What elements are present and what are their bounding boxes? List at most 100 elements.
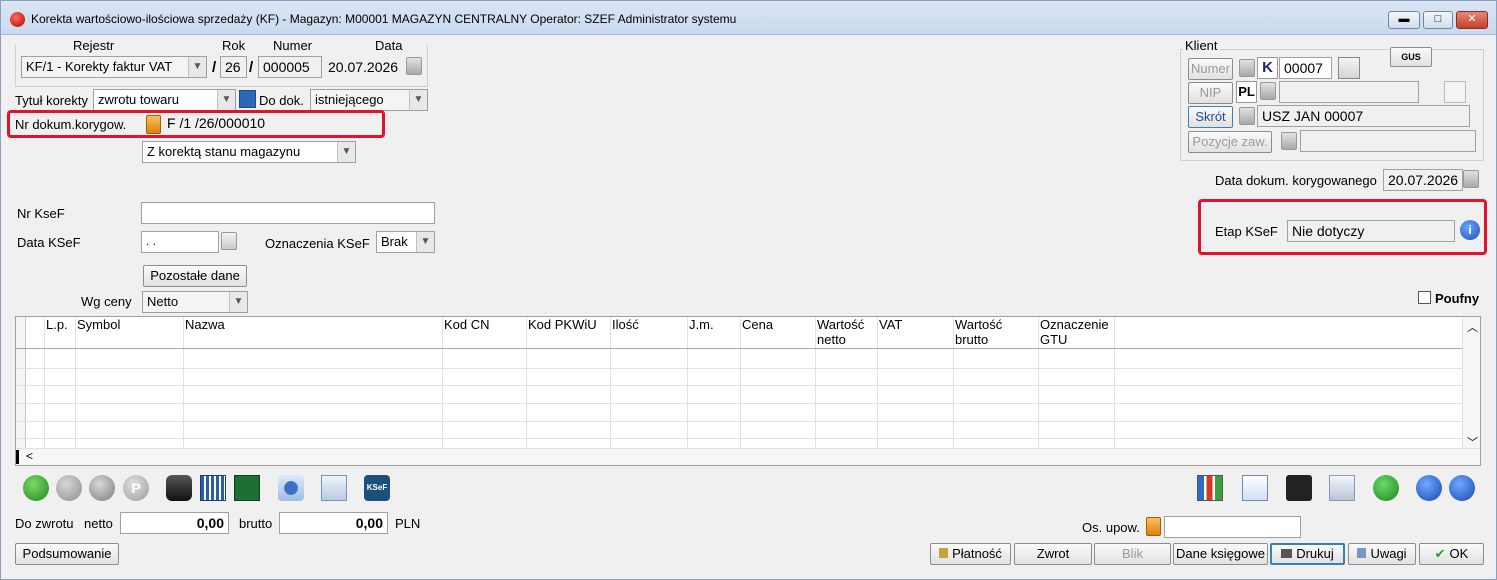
title-bar[interactable]: Korekta wartościowo-ilościowa sprzedaży … — [1, 1, 1496, 35]
previous-icon[interactable] — [1416, 475, 1442, 501]
poufny-label: Poufny — [1435, 291, 1480, 306]
platnosc-button[interactable]: Płatność — [930, 543, 1011, 565]
calendar-icon[interactable] — [1463, 170, 1479, 188]
oznaczenia-ksef-select[interactable]: Brak ▼ — [376, 231, 435, 253]
save-icon[interactable] — [1286, 475, 1312, 501]
column-header[interactable]: Kod PKWiU — [528, 317, 597, 332]
blik-button[interactable]: Blik — [1094, 543, 1171, 565]
zwrot-button[interactable]: Zwrot — [1014, 543, 1092, 565]
column-header[interactable]: Wartość netto — [817, 317, 871, 347]
slash-separator-2: / — [249, 59, 254, 76]
info-icon[interactable]: i — [1460, 220, 1480, 240]
do-dok-select[interactable]: istniejącego ▼ — [310, 89, 428, 111]
skrot-input[interactable]: USZ JAN 00007 — [1257, 105, 1470, 127]
numer-klienta-input[interactable]: 00007 — [1279, 57, 1332, 79]
column-header[interactable]: L.p. — [46, 317, 68, 332]
lookup-icon[interactable] — [1281, 132, 1297, 150]
poufny-checkbox[interactable] — [1418, 291, 1431, 304]
column-header[interactable]: Wartość brutto — [955, 317, 1015, 347]
podsumowanie-button[interactable]: Podsumowanie — [15, 543, 119, 565]
scroll-up-icon[interactable]: ︿ — [1467, 319, 1478, 335]
lookup-icon[interactable] — [1260, 82, 1276, 100]
copy-document-icon[interactable] — [1242, 475, 1268, 501]
folder-icon[interactable] — [1329, 475, 1355, 501]
barcode-icon[interactable] — [200, 475, 226, 501]
column-header[interactable]: Nazwa — [185, 317, 225, 332]
maximize-button[interactable]: □ — [1423, 11, 1453, 29]
column-header[interactable]: Kod CN — [444, 317, 490, 332]
nip-input[interactable] — [1279, 81, 1419, 103]
korekta-magazynu-select[interactable]: Z korektą stanu magazynu ▼ — [142, 141, 356, 163]
column-header[interactable]: VAT — [879, 317, 902, 332]
ok-button[interactable]: ✔ OK — [1419, 543, 1484, 565]
netto-value: 0,00 — [120, 512, 229, 534]
list-icon[interactable] — [239, 90, 256, 108]
binoculars-icon[interactable] — [166, 475, 192, 501]
next-icon[interactable] — [1449, 475, 1475, 501]
skrot-button[interactable]: Skrót — [1188, 106, 1233, 128]
uwagi-label: Uwagi — [1370, 546, 1407, 561]
calendar-icon[interactable] — [406, 57, 422, 75]
calendar-icon[interactable] — [221, 232, 237, 250]
tytul-korekty-select[interactable]: zwrotu towaru ▼ — [93, 89, 236, 111]
wg-ceny-select[interactable]: Netto ▼ — [142, 291, 248, 313]
formula-icon[interactable] — [234, 475, 260, 501]
pozycje-zaw-input[interactable] — [1300, 130, 1476, 152]
column-divider — [44, 317, 45, 448]
column-header[interactable]: Symbol — [77, 317, 120, 332]
horizontal-scrollbar[interactable]: < — [16, 448, 1480, 465]
netto-label: netto — [84, 516, 113, 531]
data-ksef-input[interactable]: . . — [141, 231, 219, 253]
lookup-icon[interactable] — [1239, 59, 1255, 77]
nip-prefix: PL — [1236, 81, 1257, 103]
column-header[interactable]: J.m. — [689, 317, 714, 332]
column-header[interactable]: Cena — [742, 317, 773, 332]
numer-klienta-button[interactable]: Numer — [1188, 58, 1233, 80]
data-dok-korygowanego-field[interactable]: 20.07.2026 — [1383, 169, 1463, 191]
document-chart-icon[interactable] — [321, 475, 347, 501]
nip-button[interactable]: NIP — [1188, 82, 1233, 104]
numer-field[interactable]: 000005 — [258, 56, 322, 78]
os-upow-label: Os. upow. — [1082, 520, 1140, 535]
uwagi-button[interactable]: Uwagi — [1348, 543, 1416, 565]
ksef-icon[interactable]: KSeF — [364, 475, 390, 501]
refresh-icon[interactable] — [1373, 475, 1399, 501]
vertical-scrollbar[interactable]: ︿ ﹀ — [1462, 317, 1480, 449]
pozycje-zaw-button[interactable]: Pozycje zaw. — [1188, 131, 1272, 153]
column-divider — [953, 317, 954, 448]
drukuj-label: Drukuj — [1296, 546, 1334, 561]
lookup-icon[interactable] — [1239, 107, 1255, 125]
pozostale-dane-button[interactable]: Pozostałe dane — [143, 265, 247, 287]
report-chart-icon[interactable] — [1197, 475, 1223, 501]
edit-icon[interactable] — [1444, 81, 1466, 103]
gus-button[interactable]: GUS — [1390, 47, 1432, 67]
link-icon[interactable] — [1338, 57, 1360, 79]
rejestr-select[interactable]: KF/1 - Korekty faktur VAT ▼ — [21, 56, 207, 78]
items-table[interactable]: L.p. Symbol Nazwa Kod CN Kod PKWiU Ilość… — [15, 316, 1481, 466]
settings-icon[interactable] — [278, 475, 304, 501]
column-divider — [75, 317, 76, 448]
rok-field[interactable]: 26 — [220, 56, 247, 78]
remove-icon[interactable] — [89, 475, 115, 501]
os-upow-input[interactable] — [1164, 516, 1301, 538]
person-lookup-icon[interactable] — [1146, 517, 1161, 536]
column-header[interactable]: Ilość — [612, 317, 639, 332]
scroll-left-icon[interactable]: < — [26, 449, 33, 463]
close-button[interactable]: ✕ — [1456, 11, 1488, 29]
drukuj-button[interactable]: Drukuj — [1270, 543, 1345, 565]
edit-icon[interactable] — [56, 475, 82, 501]
slash-separator: / — [212, 59, 217, 76]
dane-ksiegowe-button[interactable]: Dane księgowe — [1173, 543, 1268, 565]
nr-ksef-input[interactable] — [141, 202, 435, 224]
table-row — [16, 403, 1462, 404]
document-icon[interactable] — [146, 115, 161, 134]
ok-label: OK — [1449, 546, 1469, 561]
p-icon[interactable]: P — [123, 475, 149, 501]
table-row — [16, 385, 1462, 386]
scrollbar-thumb[interactable] — [16, 450, 19, 464]
minimize-button[interactable]: ▬ — [1388, 11, 1420, 29]
add-icon[interactable] — [23, 475, 49, 501]
table-row — [16, 438, 1462, 439]
etap-ksef-label: Etap KSeF — [1215, 224, 1278, 239]
column-header[interactable]: Oznaczenie GTU — [1040, 317, 1116, 347]
